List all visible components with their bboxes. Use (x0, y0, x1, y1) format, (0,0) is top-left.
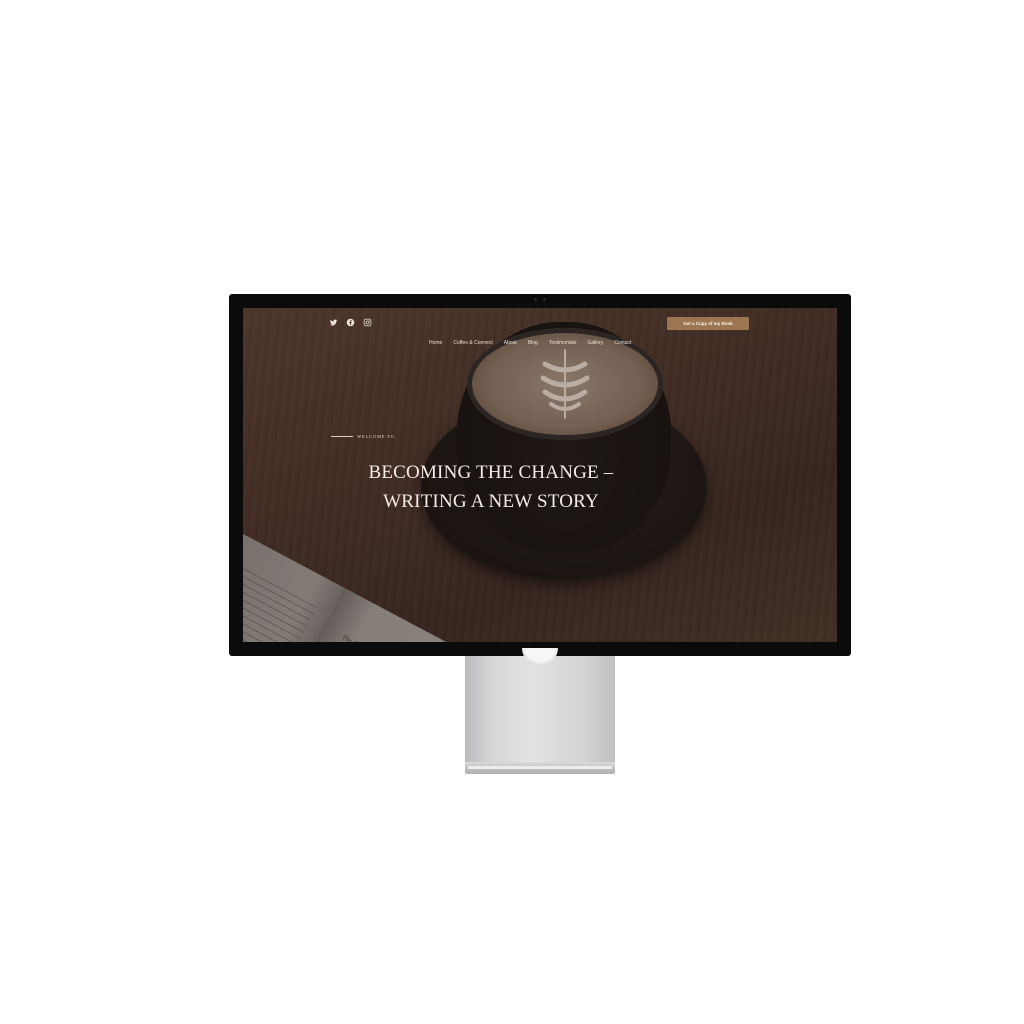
social-links (329, 318, 372, 327)
instagram-icon[interactable] (363, 318, 372, 327)
hero-title-line-1: BECOMING THE CHANGE – (368, 462, 614, 483)
nav-item-contact[interactable]: Contact (614, 340, 631, 346)
stand-base-highlight (468, 766, 612, 769)
nav-item-blog[interactable]: Blog (528, 340, 538, 346)
hero-title-line-2: WRITING A NEW STORY (383, 491, 599, 512)
hero-title: BECOMING THE CHANGE – WRITING A NEW STOR… (331, 458, 651, 516)
get-book-button[interactable]: Get a Copy of my Book (667, 317, 749, 330)
twitter-icon[interactable] (329, 318, 338, 327)
facebook-icon[interactable] (346, 318, 355, 327)
nav-item-coffee-connect[interactable]: Coffee & Connect (453, 340, 492, 346)
monitor-bezel: The Capabilities Viewpoint (229, 294, 851, 656)
nav-item-testimonials[interactable]: Testimonials (549, 340, 577, 346)
main-nav: Home Coffee & Connect About Blog Testimo… (429, 340, 631, 346)
monitor-stand (465, 656, 615, 762)
camera-dots (534, 298, 546, 301)
nav-item-home[interactable]: Home (429, 340, 442, 346)
page: The Capabilities Viewpoint (0, 0, 1024, 1024)
eyebrow-divider (331, 436, 353, 437)
nav-item-gallery[interactable]: Gallery (587, 340, 603, 346)
hero-eyebrow: WELCOME TO (331, 434, 395, 439)
nav-item-about[interactable]: About (504, 340, 517, 346)
website-screen: The Capabilities Viewpoint (243, 308, 837, 642)
eyebrow-text: WELCOME TO (357, 434, 395, 439)
